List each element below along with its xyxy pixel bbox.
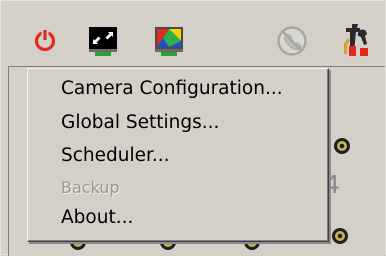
- camera-knob-icon[interactable]: [333, 137, 351, 155]
- menu-item-camera-configuration[interactable]: Camera Configuration...: [61, 75, 323, 103]
- menu-item-global-settings[interactable]: Global Settings...: [61, 109, 323, 137]
- restore-window-icon[interactable]: [86, 24, 122, 58]
- camera-knob-icon[interactable]: [331, 227, 349, 245]
- menu-item-about[interactable]: About...: [61, 204, 323, 232]
- context-menu: Camera Configuration... Global Settings.…: [27, 68, 329, 242]
- tools-icon[interactable]: [338, 22, 374, 60]
- toolbar: [0, 0, 386, 66]
- menu-item-backup: Backup: [61, 178, 120, 197]
- no-phone-icon[interactable]: [275, 24, 309, 58]
- menu-item-scheduler[interactable]: Scheduler...: [61, 142, 323, 170]
- power-icon[interactable]: [32, 27, 58, 53]
- color-display-icon[interactable]: [152, 24, 188, 58]
